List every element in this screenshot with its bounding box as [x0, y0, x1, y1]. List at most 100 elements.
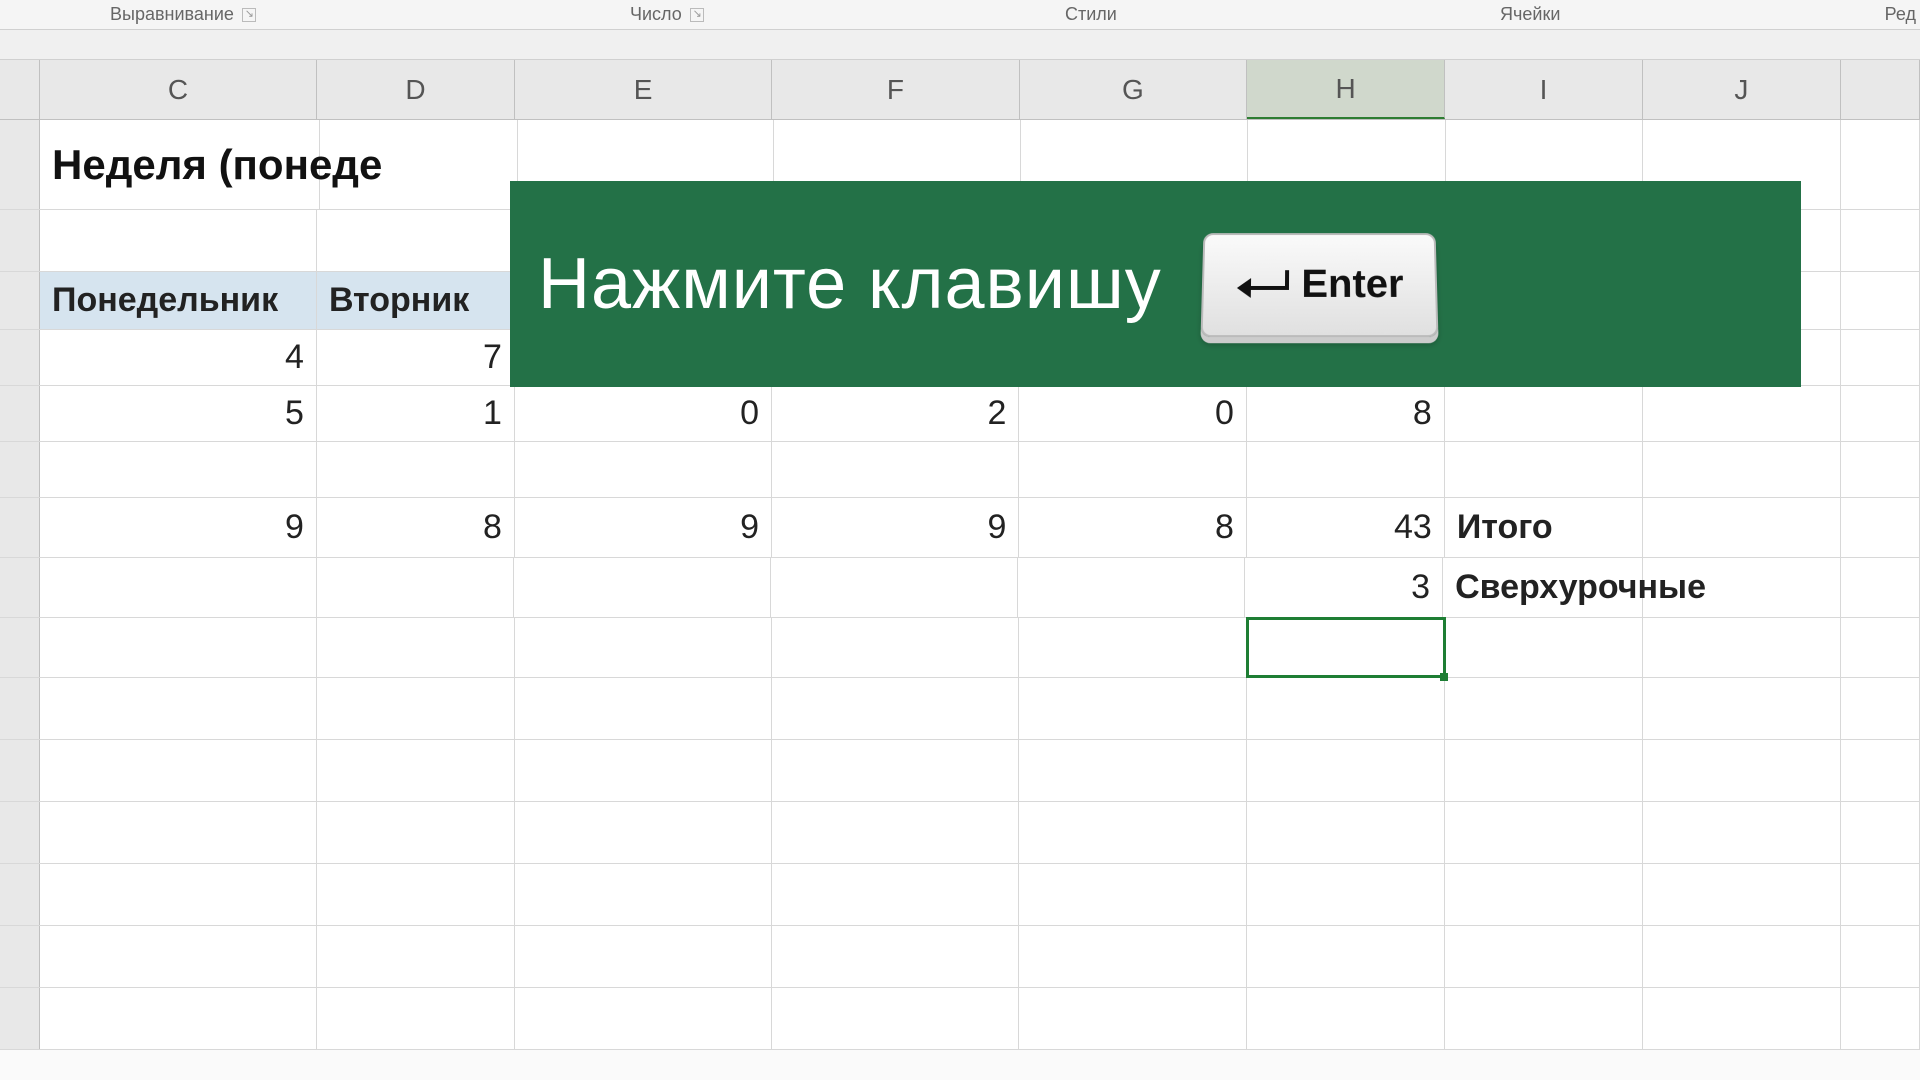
- cell[interactable]: [772, 864, 1019, 925]
- cell[interactable]: [1643, 864, 1841, 925]
- cell[interactable]: 0: [515, 386, 772, 441]
- cell[interactable]: [1643, 740, 1841, 801]
- row-header[interactable]: [0, 386, 40, 441]
- cell[interactable]: [1247, 864, 1445, 925]
- cell[interactable]: [1643, 442, 1841, 497]
- cell[interactable]: [772, 926, 1019, 987]
- active-cell[interactable]: [1247, 618, 1445, 677]
- cell[interactable]: [40, 558, 317, 617]
- cell[interactable]: [1445, 618, 1643, 677]
- row-header[interactable]: [0, 498, 40, 557]
- cell[interactable]: [40, 740, 317, 801]
- cell-total[interactable]: 43: [1247, 498, 1445, 557]
- cell[interactable]: [1841, 864, 1920, 925]
- row-header[interactable]: [0, 678, 40, 739]
- row-header[interactable]: [0, 442, 40, 497]
- cell[interactable]: [772, 678, 1019, 739]
- cell[interactable]: [515, 802, 772, 863]
- cell[interactable]: [1643, 926, 1841, 987]
- row-header[interactable]: [0, 740, 40, 801]
- cell[interactable]: [1445, 864, 1643, 925]
- cell[interactable]: [317, 988, 515, 1049]
- cell[interactable]: [1247, 926, 1445, 987]
- col-header-F[interactable]: F: [772, 60, 1019, 119]
- cell[interactable]: [515, 926, 772, 987]
- cell[interactable]: [1247, 740, 1445, 801]
- cell[interactable]: [515, 678, 772, 739]
- cell[interactable]: [772, 802, 1019, 863]
- cell[interactable]: [515, 864, 772, 925]
- cell[interactable]: [317, 442, 515, 497]
- cell[interactable]: [514, 558, 771, 617]
- cell[interactable]: [1643, 386, 1841, 441]
- cell[interactable]: [1445, 442, 1643, 497]
- cell[interactable]: [1247, 442, 1445, 497]
- cell[interactable]: [1445, 802, 1643, 863]
- row-header[interactable]: [0, 120, 40, 209]
- col-header-rest[interactable]: [1841, 60, 1920, 119]
- cell[interactable]: [1643, 498, 1841, 557]
- cell[interactable]: [40, 926, 317, 987]
- cell-overtime[interactable]: 3: [1245, 558, 1443, 617]
- cell[interactable]: 8: [1247, 386, 1445, 441]
- cell[interactable]: [1841, 926, 1920, 987]
- cell[interactable]: [515, 988, 772, 1049]
- cell[interactable]: [1841, 988, 1920, 1049]
- cell[interactable]: 9: [40, 498, 317, 557]
- cell[interactable]: 4: [40, 330, 317, 385]
- row-header[interactable]: [0, 330, 40, 385]
- col-header-E[interactable]: E: [515, 60, 772, 119]
- row-header[interactable]: [0, 988, 40, 1049]
- cell[interactable]: [1841, 558, 1920, 617]
- cell[interactable]: [1841, 618, 1920, 677]
- cell[interactable]: [515, 442, 772, 497]
- cell[interactable]: [317, 678, 515, 739]
- cell[interactable]: [1247, 802, 1445, 863]
- col-header-D[interactable]: D: [317, 60, 515, 119]
- hdr-mon[interactable]: Понедельник: [40, 272, 317, 329]
- cell[interactable]: [40, 802, 317, 863]
- col-header-H[interactable]: H: [1247, 60, 1445, 119]
- cell[interactable]: [1019, 988, 1247, 1049]
- col-header-I[interactable]: I: [1445, 60, 1643, 119]
- cell[interactable]: [1019, 740, 1247, 801]
- cell[interactable]: [40, 864, 317, 925]
- cell[interactable]: 8: [317, 498, 515, 557]
- cell[interactable]: [1019, 678, 1247, 739]
- cell[interactable]: [772, 740, 1019, 801]
- cell[interactable]: [1643, 558, 1841, 617]
- cell[interactable]: [1445, 678, 1643, 739]
- corner-cell[interactable]: [0, 60, 40, 119]
- cell[interactable]: [40, 210, 317, 271]
- cell[interactable]: [317, 740, 515, 801]
- row-header[interactable]: [0, 802, 40, 863]
- cell[interactable]: 9: [772, 498, 1019, 557]
- cell[interactable]: [40, 988, 317, 1049]
- cell[interactable]: 9: [515, 498, 772, 557]
- row-header[interactable]: [0, 558, 40, 617]
- cell[interactable]: [317, 210, 515, 271]
- cell[interactable]: [1247, 678, 1445, 739]
- cell[interactable]: [317, 864, 515, 925]
- dialog-launcher-icon[interactable]: ↘: [242, 8, 256, 22]
- cell[interactable]: [1841, 330, 1920, 385]
- cell[interactable]: [1841, 498, 1920, 557]
- dialog-launcher-icon[interactable]: ↘: [690, 8, 704, 22]
- cell[interactable]: [1841, 120, 1920, 209]
- cell[interactable]: [1445, 988, 1643, 1049]
- col-header-G[interactable]: G: [1020, 60, 1248, 119]
- cell[interactable]: [1643, 678, 1841, 739]
- cell[interactable]: [1019, 864, 1247, 925]
- cell[interactable]: 8: [1019, 498, 1247, 557]
- cell[interactable]: [1841, 272, 1920, 329]
- cell[interactable]: [1841, 210, 1920, 271]
- cell[interactable]: [1841, 740, 1920, 801]
- cell[interactable]: [317, 926, 515, 987]
- cell[interactable]: [772, 988, 1019, 1049]
- cell[interactable]: [1019, 618, 1247, 677]
- cell[interactable]: [1018, 558, 1245, 617]
- cell[interactable]: [771, 558, 1018, 617]
- cell[interactable]: 5: [40, 386, 317, 441]
- fill-handle[interactable]: [1440, 673, 1448, 681]
- cell[interactable]: [317, 558, 515, 617]
